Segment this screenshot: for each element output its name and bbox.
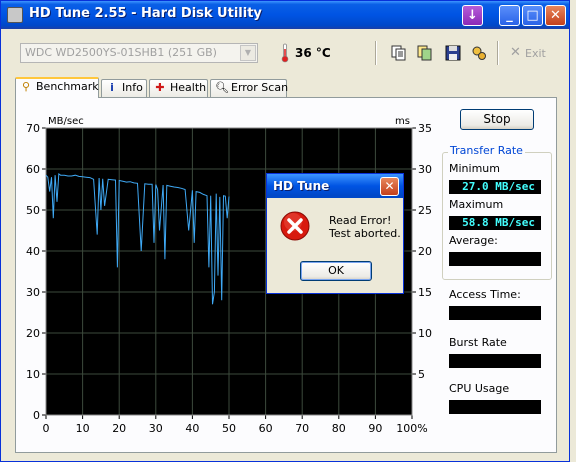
y2-tick-label: 15 bbox=[418, 286, 432, 299]
tab-health[interactable]: ✚ Health bbox=[149, 79, 208, 97]
error-dialog: HD Tune ✕ Read Error! Test aborted. OK bbox=[266, 173, 404, 294]
average-label: Average: bbox=[449, 234, 498, 247]
cpu-usage-label: CPU Usage bbox=[449, 382, 510, 395]
dialog-title: HD Tune bbox=[273, 179, 330, 193]
benchmark-icon: ⚲ bbox=[21, 80, 31, 93]
x-tick-label: 0 bbox=[43, 422, 50, 434]
tab-error-scan[interactable]: 🔍︎ Error Scan bbox=[210, 79, 289, 97]
title-bar[interactable]: HD Tune 2.55 - Hard Disk Utility ↓ _ □ ✕ bbox=[1, 1, 569, 29]
drive-select-value: WDC WD2500YS-01SHB1 (251 GB) bbox=[25, 46, 217, 59]
access-time-value bbox=[449, 306, 541, 320]
y2-tick-label: 5 bbox=[418, 368, 425, 381]
y-tick-label: 30 bbox=[26, 286, 40, 299]
tab-label: Error Scan bbox=[231, 81, 289, 94]
tab-label: Health bbox=[170, 81, 207, 94]
window-title: HD Tune 2.55 - Hard Disk Utility bbox=[29, 6, 262, 21]
maximum-value: 58.8 MB/sec bbox=[449, 216, 541, 230]
save-icon[interactable] bbox=[445, 45, 461, 61]
toolbar-separator bbox=[497, 41, 499, 65]
x-tick-label: 20 bbox=[112, 422, 126, 434]
tab-info[interactable]: i Info bbox=[101, 79, 147, 97]
hd-tune-window: HD Tune 2.55 - Hard Disk Utility ↓ _ □ ✕… bbox=[0, 0, 570, 462]
thermometer-icon bbox=[281, 43, 289, 63]
x-tick-label: 10 bbox=[76, 422, 90, 434]
dialog-title-bar[interactable]: HD Tune ✕ bbox=[267, 174, 403, 198]
y-tick-label: 20 bbox=[26, 327, 40, 340]
x-tick-label: 80 bbox=[332, 422, 346, 434]
y-tick-label: 70 bbox=[26, 122, 40, 135]
stop-button[interactable]: Stop bbox=[460, 109, 534, 130]
dialog-close-button[interactable]: ✕ bbox=[380, 177, 399, 196]
y2-tick-label: 10 bbox=[418, 327, 432, 340]
x-tick-label: 60 bbox=[259, 422, 273, 434]
temperature-readout: 36 °C bbox=[295, 46, 331, 60]
y2-tick-label: 20 bbox=[418, 245, 432, 258]
burst-rate-value bbox=[449, 354, 541, 368]
copy-all-icon[interactable] bbox=[417, 45, 433, 61]
exit-button[interactable]: Exit bbox=[525, 47, 546, 60]
options-icon[interactable] bbox=[471, 45, 487, 61]
transfer-rate-heading: Transfer Rate bbox=[448, 144, 525, 157]
toolbar: WDC WD2500YS-01SHB1 (251 GB) ▼ 36 °C ✕ E… bbox=[15, 39, 559, 69]
dialog-message-line1: Read Error! bbox=[329, 214, 392, 227]
menu-button[interactable]: ↓ bbox=[462, 5, 483, 26]
y2-tick-label: 30 bbox=[418, 163, 432, 176]
drive-select[interactable]: WDC WD2500YS-01SHB1 (251 GB) ▼ bbox=[20, 43, 258, 63]
y-tick-label: 10 bbox=[26, 368, 40, 381]
exit-icon[interactable]: ✕ bbox=[510, 45, 521, 60]
x-tick-label: 90 bbox=[368, 422, 382, 434]
info-icon: i bbox=[110, 81, 114, 94]
x-tick-label: 70 bbox=[295, 422, 309, 434]
y2-tick-label: 35 bbox=[418, 122, 432, 135]
copy-icon[interactable] bbox=[391, 45, 407, 61]
y2-axis-label: ms bbox=[395, 116, 410, 127]
y2-tick-label: 25 bbox=[418, 204, 432, 217]
toolbar-separator bbox=[375, 41, 377, 65]
dialog-message-line2: Test aborted. bbox=[329, 227, 401, 240]
tab-benchmark[interactable]: ⚲ Benchmark bbox=[15, 77, 99, 98]
minimize-button[interactable]: _ bbox=[499, 5, 520, 26]
error-icon bbox=[280, 211, 310, 241]
health-icon: ✚ bbox=[155, 81, 165, 94]
close-button[interactable]: ✕ bbox=[545, 5, 566, 26]
x-tick-label: 50 bbox=[222, 422, 236, 434]
minimum-label: Minimum bbox=[449, 162, 500, 175]
access-time-label: Access Time: bbox=[449, 288, 521, 301]
chevron-down-icon[interactable]: ▼ bbox=[240, 45, 256, 61]
burst-rate-label: Burst Rate bbox=[449, 336, 507, 349]
y-tick-label: 0 bbox=[33, 409, 40, 422]
tab-label: Info bbox=[122, 81, 143, 94]
x-tick-label: 30 bbox=[149, 422, 163, 434]
y-tick-label: 40 bbox=[26, 245, 40, 258]
average-value bbox=[449, 252, 541, 266]
ok-button[interactable]: OK bbox=[300, 261, 372, 281]
hdd-app-icon bbox=[7, 7, 23, 23]
maximum-label: Maximum bbox=[449, 198, 504, 211]
cpu-usage-value bbox=[449, 400, 541, 414]
x-tick-label: 100% bbox=[396, 422, 427, 434]
search-icon: 🔍︎ bbox=[215, 81, 229, 94]
y-tick-label: 60 bbox=[26, 163, 40, 176]
y-tick-label: 50 bbox=[26, 204, 40, 217]
maximize-button[interactable]: □ bbox=[522, 5, 543, 26]
minimum-value: 27.0 MB/sec bbox=[449, 180, 541, 194]
x-tick-label: 40 bbox=[185, 422, 199, 434]
y-axis-label: MB/sec bbox=[48, 116, 84, 127]
tab-label: Benchmark bbox=[36, 80, 99, 93]
